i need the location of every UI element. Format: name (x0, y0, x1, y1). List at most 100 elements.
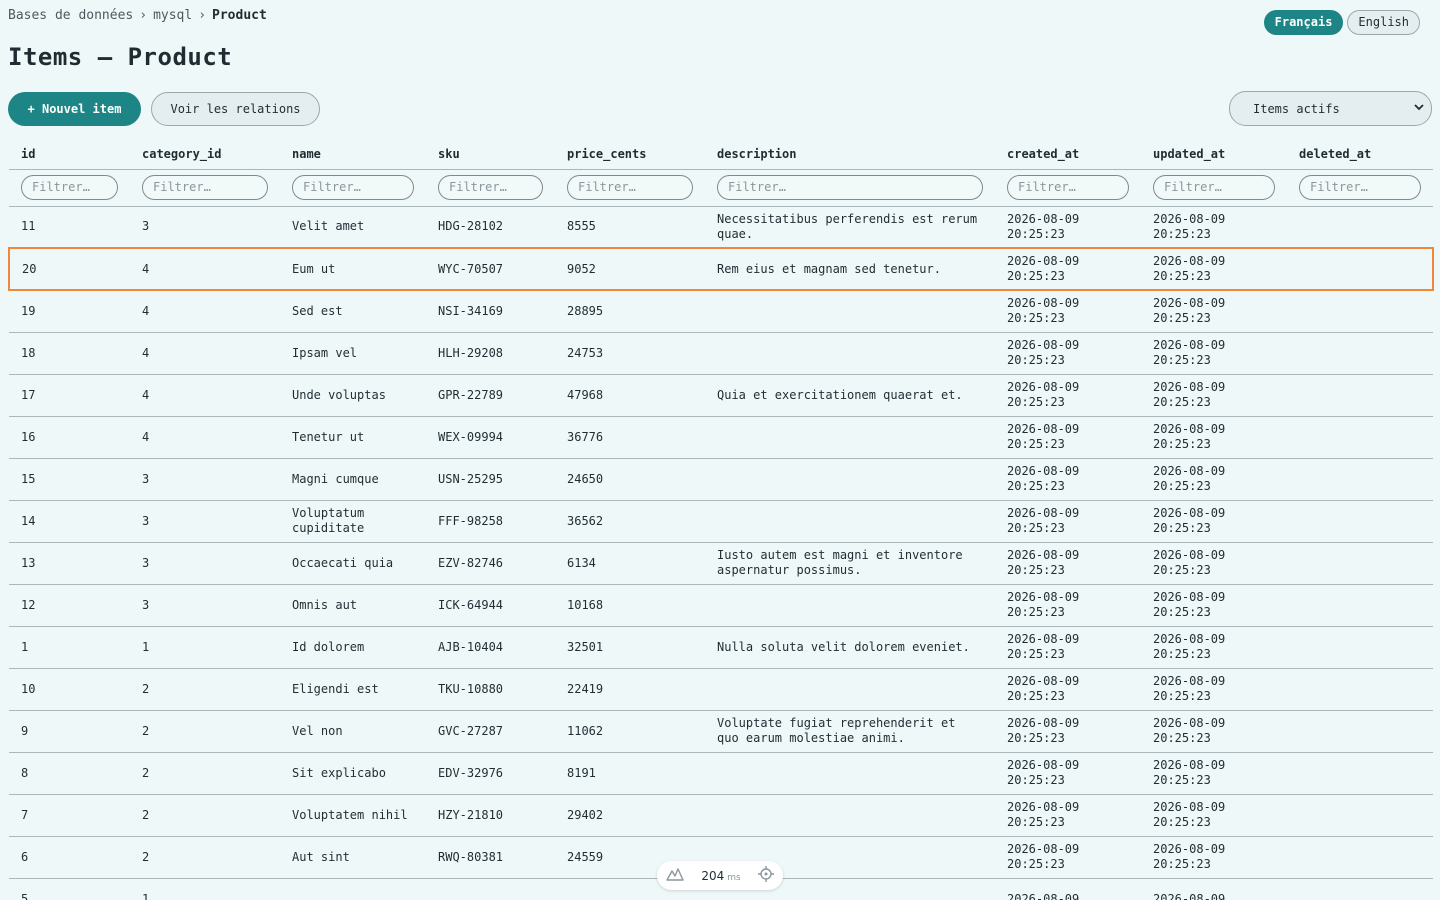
lang-english-button[interactable]: English (1347, 10, 1420, 35)
cell-id: 16 (9, 416, 130, 459)
cell-name: Sed est (280, 290, 426, 333)
column-header-price_cents[interactable]: price_cents (555, 140, 705, 170)
table-row[interactable]: 8 2 Sit explicabo EDV-32976 8191 2026-08-09 2… (9, 752, 1433, 795)
cell-id: 18 (9, 332, 130, 375)
table-row[interactable]: 15 3 Magni cumque USN-25295 24650 2026-08-09 … (9, 458, 1433, 501)
column-header-sku[interactable]: sku (426, 140, 555, 170)
column-header-category_id[interactable]: category_id (130, 140, 280, 170)
cell-created_at: 2026-08-09 20:25:23 (995, 374, 1141, 417)
cell-sku: HDG-28102 (426, 206, 555, 249)
cell-name: Voluptatem nihil (280, 794, 426, 837)
target-icon[interactable] (758, 866, 774, 885)
filter-input-description[interactable]: Filtrer… (717, 175, 983, 200)
cell-name: Unde voluptas (280, 374, 426, 417)
cell-category_id: 4 (130, 374, 280, 417)
filter-input-name[interactable]: Filtrer… (292, 175, 414, 200)
breadcrumb-mysql[interactable]: mysql (153, 8, 192, 23)
cell-created_at: 2026-08-09 20:25:23 (995, 332, 1141, 375)
cell-category_id: 1 (130, 878, 280, 900)
cell-description (705, 458, 995, 501)
cell-sku: AJB-10404 (426, 626, 555, 669)
column-header-name[interactable]: name (280, 140, 426, 170)
filter-input-category_id[interactable]: Filtrer… (142, 175, 268, 200)
cell-id: 5 (9, 878, 130, 900)
cell-price_cents: 11062 (555, 710, 705, 753)
table-row[interactable]: 19 4 Sed est NSI-34169 28895 2026-08-09 20:25… (9, 290, 1433, 333)
cell-deleted_at (1287, 374, 1433, 417)
breadcrumb: Bases de données › mysql › Product (8, 8, 267, 23)
cell-description (705, 500, 995, 543)
page-title: Items — Product (8, 43, 233, 71)
table-row[interactable]: 11 3 Velit amet HDG-28102 8555 Necessitatibus… (9, 206, 1433, 249)
column-header-description[interactable]: description (705, 140, 995, 170)
cell-id: 9 (9, 710, 130, 753)
cell-sku: FFF-98258 (426, 500, 555, 543)
cell-created_at: 2026-08-09 20:25:23 (995, 500, 1141, 543)
cell-price_cents: 28895 (555, 290, 705, 333)
cell-name: Eum ut (280, 247, 426, 291)
table-row[interactable]: 16 4 Tenetur ut WEX-09994 36776 2026-08-09 20… (9, 416, 1433, 459)
table-row[interactable]: 7 2 Voluptatem nihil HZY-21810 29402 2026-08-… (9, 794, 1433, 837)
cell-deleted_at (1287, 247, 1434, 291)
cell-description (705, 668, 995, 711)
table-row[interactable]: 13 3 Occaecati quia EZV-82746 6134 Iusto aute… (9, 542, 1433, 585)
column-header-updated_at[interactable]: updated_at (1141, 140, 1287, 170)
filter-input-created_at[interactable]: Filtrer… (1007, 175, 1129, 200)
column-header-deleted_at[interactable]: deleted_at (1287, 140, 1433, 170)
cell-category_id: 1 (130, 626, 280, 669)
cell-updated_at: 2026-08-09 20:25:23 (1141, 416, 1287, 459)
cell-name: Eligendi est (280, 668, 426, 711)
chevron-down-icon (1413, 101, 1425, 116)
cell-description: Rem eius et magnam sed tenetur. (705, 247, 995, 291)
cell-sku: NSI-34169 (426, 290, 555, 333)
cell-updated_at: 2026-08-09 (1141, 878, 1287, 900)
lang-french-button[interactable]: Français (1263, 10, 1344, 35)
column-header-id[interactable]: id (9, 140, 130, 170)
table-row[interactable]: 10 2 Eligendi est TKU-10880 22419 2026-08-09 … (9, 668, 1433, 711)
table-row[interactable]: 20 4 Eum ut WYC-70507 9052 Rem eius et magnam… (8, 247, 1434, 291)
cell-created_at: 2026-08-09 20:25:23 (995, 836, 1141, 879)
table-row[interactable]: 14 3 Voluptatum cupiditate FFF-98258 36562 20… (9, 500, 1433, 543)
breadcrumb-separator: › (139, 8, 148, 23)
filter-cell: Filtrer… (426, 169, 555, 207)
cell-sku: EDV-32976 (426, 752, 555, 795)
cell-sku (426, 878, 555, 900)
filter-input-sku[interactable]: Filtrer… (438, 175, 543, 200)
filter-input-deleted_at[interactable]: Filtrer… (1299, 175, 1421, 200)
cell-price_cents: 10168 (555, 584, 705, 627)
filter-input-price_cents[interactable]: Filtrer… (567, 175, 693, 200)
cell-name: Omnis aut (280, 584, 426, 627)
cell-description: Voluptate fugiat reprehenderit et quo ea… (705, 710, 995, 753)
cell-deleted_at (1287, 458, 1433, 501)
table-row[interactable]: 1 1 Id dolorem AJB-10404 32501 Nulla soluta v… (9, 626, 1433, 669)
view-relations-button[interactable]: Voir les relations (151, 92, 320, 126)
cell-id: 8 (9, 752, 130, 795)
cell-created_at: 2026-08-09 20:25:23 (995, 584, 1141, 627)
cell-sku: HLH-29208 (426, 332, 555, 375)
cell-id: 14 (9, 500, 130, 543)
table-row[interactable]: 17 4 Unde voluptas GPR-22789 47968 Quia et ex… (9, 374, 1433, 417)
cell-deleted_at (1287, 794, 1433, 837)
cell-id: 19 (9, 290, 130, 333)
language-switcher: Français English (1263, 10, 1420, 35)
scope-select[interactable]: Items actifs (1229, 91, 1432, 126)
cell-created_at: 2026-08-09 20:25:23 (995, 710, 1141, 753)
cell-id: 12 (9, 584, 130, 627)
table-row[interactable]: 12 3 Omnis aut ICK-64944 10168 2026-08-09 20:… (9, 584, 1433, 627)
cell-category_id: 3 (130, 458, 280, 501)
new-item-button[interactable]: + Nouvel item (8, 92, 141, 126)
breadcrumb-databases[interactable]: Bases de données (8, 8, 133, 23)
cell-updated_at: 2026-08-09 20:25:23 (1141, 626, 1287, 669)
filter-input-id[interactable]: Filtrer… (21, 175, 118, 200)
table-row[interactable]: 18 4 Ipsam vel HLH-29208 24753 2026-08-09 20:… (9, 332, 1433, 375)
table-row[interactable]: 9 2 Vel non GVC-27287 11062 Voluptate fugiat … (9, 710, 1433, 753)
column-header-created_at[interactable]: created_at (995, 140, 1141, 170)
cell-updated_at: 2026-08-09 20:25:23 (1141, 836, 1287, 879)
cell-updated_at: 2026-08-09 20:25:23 (1141, 206, 1287, 249)
cell-name: Id dolorem (280, 626, 426, 669)
breadcrumb-current: Product (212, 8, 267, 23)
filter-input-updated_at[interactable]: Filtrer… (1153, 175, 1275, 200)
perf-badge[interactable]: 204 ms (657, 861, 783, 890)
cell-deleted_at (1287, 878, 1433, 900)
cell-sku: ICK-64944 (426, 584, 555, 627)
